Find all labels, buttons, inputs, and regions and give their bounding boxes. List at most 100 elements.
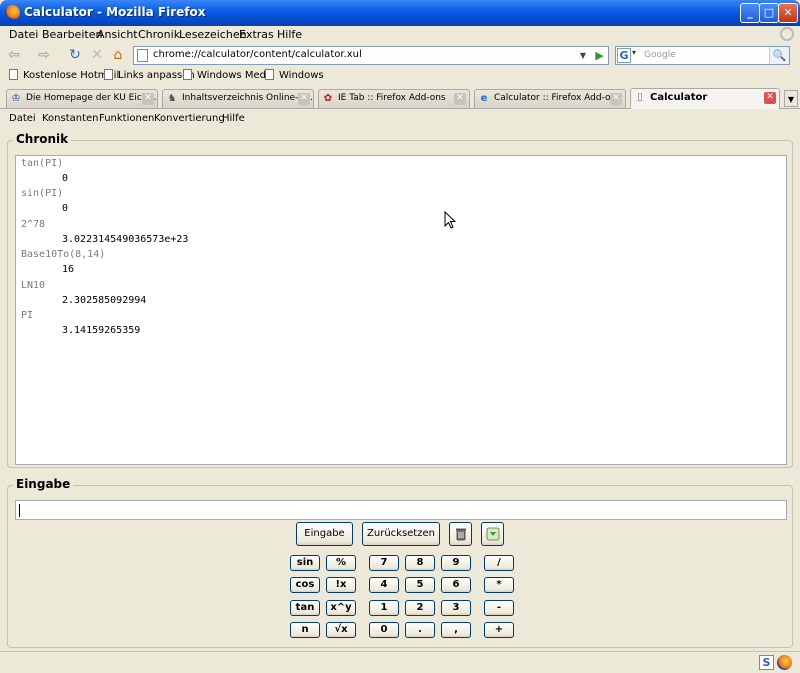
- app-menu-datei[interactable]: Datei: [9, 113, 36, 124]
- tab-favicon-icon: ♞: [167, 93, 177, 104]
- key-factorial[interactable]: !x: [326, 577, 356, 593]
- tab-close-icon[interactable]: ✕: [298, 93, 310, 105]
- history-expression: 2^78: [21, 219, 46, 230]
- reset-button[interactable]: Zurücksetzen: [362, 522, 440, 546]
- tab-favicon-icon: e: [480, 93, 488, 104]
- key-tan[interactable]: tan: [290, 600, 320, 616]
- trash-button[interactable]: [449, 522, 472, 546]
- forward-icon[interactable]: ⇨: [35, 46, 53, 64]
- window-title: Calculator - Mozilla Firefox: [24, 5, 206, 19]
- key-4[interactable]: 4: [369, 577, 399, 593]
- tab-ie-tab[interactable]: ✿ IE Tab :: Firefox Add-ons ✕: [318, 89, 470, 108]
- window-titlebar: Calculator - Mozilla Firefox _ □ ✕: [0, 0, 800, 26]
- key-1[interactable]: 1: [369, 600, 399, 616]
- key-decimal-point[interactable]: .: [405, 622, 435, 638]
- url-dropdown-icon[interactable]: ▼: [576, 47, 590, 64]
- reload-icon[interactable]: ↻: [66, 46, 84, 64]
- history-list[interactable]: tan(PI) 0 sin(PI) 0 2^78 3.0223145490365…: [15, 155, 787, 465]
- key-comma[interactable]: ,: [441, 622, 471, 638]
- tab-calculator[interactable]: ▯ Calculator ✕: [630, 88, 780, 109]
- firefox-status-icon[interactable]: [777, 655, 792, 670]
- tab-list-icon[interactable]: ▼: [784, 90, 798, 107]
- menu-hilfe[interactable]: Hilfe: [277, 28, 302, 41]
- tab-label: Calculator: [650, 92, 708, 103]
- tab-label: Die Homepage der KU Eich…: [26, 93, 157, 103]
- s-addon-icon[interactable]: S: [759, 655, 774, 670]
- app-menu-funktionen[interactable]: Funktionen: [99, 113, 154, 124]
- key-2[interactable]: 2: [405, 600, 435, 616]
- menu-chronik[interactable]: Chronik: [138, 28, 180, 41]
- engine-dropdown-icon[interactable]: ▾: [632, 48, 636, 57]
- google-engine-icon[interactable]: G: [617, 48, 631, 63]
- back-icon[interactable]: ⇦: [5, 46, 23, 64]
- key-6[interactable]: 6: [441, 577, 471, 593]
- save-button[interactable]: [481, 522, 504, 546]
- history-expression: PI: [21, 310, 34, 321]
- key-5[interactable]: 5: [405, 577, 435, 593]
- key-9[interactable]: 9: [441, 555, 471, 571]
- go-icon[interactable]: ▶: [592, 48, 607, 63]
- stop-icon[interactable]: ✕: [88, 46, 106, 64]
- key-power[interactable]: x^y: [326, 600, 356, 616]
- page-icon: [9, 69, 18, 80]
- bookmark-label: Windows: [279, 70, 324, 81]
- key-divide[interactable]: /: [484, 555, 514, 571]
- key-add[interactable]: +: [484, 622, 514, 638]
- key-8[interactable]: 8: [405, 555, 435, 571]
- menu-ansicht[interactable]: Ansicht: [97, 28, 138, 41]
- app-menu-hilfe[interactable]: Hilfe: [222, 113, 245, 124]
- tab-close-icon[interactable]: ✕: [454, 93, 466, 105]
- menu-lesezeichen[interactable]: Lesezeichen: [179, 28, 247, 41]
- key-sqrt[interactable]: √x: [326, 622, 356, 638]
- tab-close-icon[interactable]: ✕: [142, 93, 154, 105]
- menu-bearbeiten[interactable]: Bearbeiten: [42, 28, 102, 41]
- enter-button[interactable]: Eingabe: [296, 522, 353, 546]
- input-group: Eingabe Eingabe Zurücksetzen sin % cos !…: [7, 477, 793, 648]
- url-text[interactable]: chrome://calculator/content/calculator.x…: [153, 49, 362, 60]
- tab-calculator-addons[interactable]: e Calculator :: Firefox Add-ons ✕: [474, 89, 626, 108]
- app-menu-konstanten[interactable]: Konstanten: [42, 113, 99, 124]
- expression-input[interactable]: [15, 500, 787, 520]
- page-icon: [137, 49, 148, 62]
- bookmark-item[interactable]: Links anpassen: [104, 69, 195, 81]
- key-7[interactable]: 7: [369, 555, 399, 571]
- history-result: 3.022314549036573e+23: [62, 234, 189, 245]
- tab-close-icon[interactable]: ✕: [610, 93, 622, 105]
- bookmark-item[interactable]: Windows Media: [183, 69, 275, 81]
- mouse-cursor-icon: [444, 211, 456, 229]
- app-menu-konvertierung[interactable]: Konvertierung: [154, 113, 225, 124]
- menu-extras[interactable]: Extras: [239, 28, 274, 41]
- status-bar: S: [0, 651, 800, 673]
- key-subtract[interactable]: -: [484, 600, 514, 616]
- tab-favicon-icon: ♔: [11, 93, 21, 104]
- menubar: Datei Bearbeiten Ansicht Chronik Lesezei…: [0, 26, 800, 44]
- key-cos[interactable]: cos: [290, 577, 320, 593]
- key-percent[interactable]: %: [326, 555, 356, 571]
- url-bar[interactable]: chrome://calculator/content/calculator.x…: [133, 46, 609, 65]
- history-legend: Chronik: [13, 132, 72, 146]
- key-multiply[interactable]: *: [484, 577, 514, 593]
- key-sin[interactable]: sin: [290, 555, 320, 571]
- key-0[interactable]: 0: [369, 622, 399, 638]
- history-result: 2.302585092994: [62, 295, 147, 306]
- close-button[interactable]: ✕: [778, 3, 798, 23]
- history-result: 16: [62, 264, 75, 275]
- key-n[interactable]: n: [290, 622, 320, 638]
- search-input[interactable]: Google: [644, 50, 676, 60]
- app-menubar: Datei Konstanten Funktionen Konvertierun…: [0, 110, 800, 128]
- menu-datei[interactable]: Datei: [9, 28, 38, 41]
- search-icon[interactable]: 🔍: [769, 47, 789, 64]
- search-bar[interactable]: G ▾ Google 🔍: [615, 46, 790, 65]
- bookmark-item[interactable]: Kostenlose Hotmail: [9, 69, 119, 81]
- throbber-icon: [780, 27, 794, 41]
- minimize-button[interactable]: _: [740, 3, 760, 23]
- tab-ku-eichstaett[interactable]: ♔ Die Homepage der KU Eich… ✕: [6, 89, 158, 108]
- bookmark-item[interactable]: Windows: [265, 69, 324, 81]
- tab-inhaltsverzeichnis[interactable]: ♞ Inhaltsverzeichnis Online-V… ✕: [162, 89, 314, 108]
- input-legend: Eingabe: [13, 477, 74, 491]
- tab-close-icon[interactable]: ✕: [764, 92, 776, 104]
- maximize-button[interactable]: □: [759, 3, 779, 23]
- key-3[interactable]: 3: [441, 600, 471, 616]
- download-icon: [486, 527, 499, 541]
- home-icon[interactable]: ⌂: [109, 46, 127, 64]
